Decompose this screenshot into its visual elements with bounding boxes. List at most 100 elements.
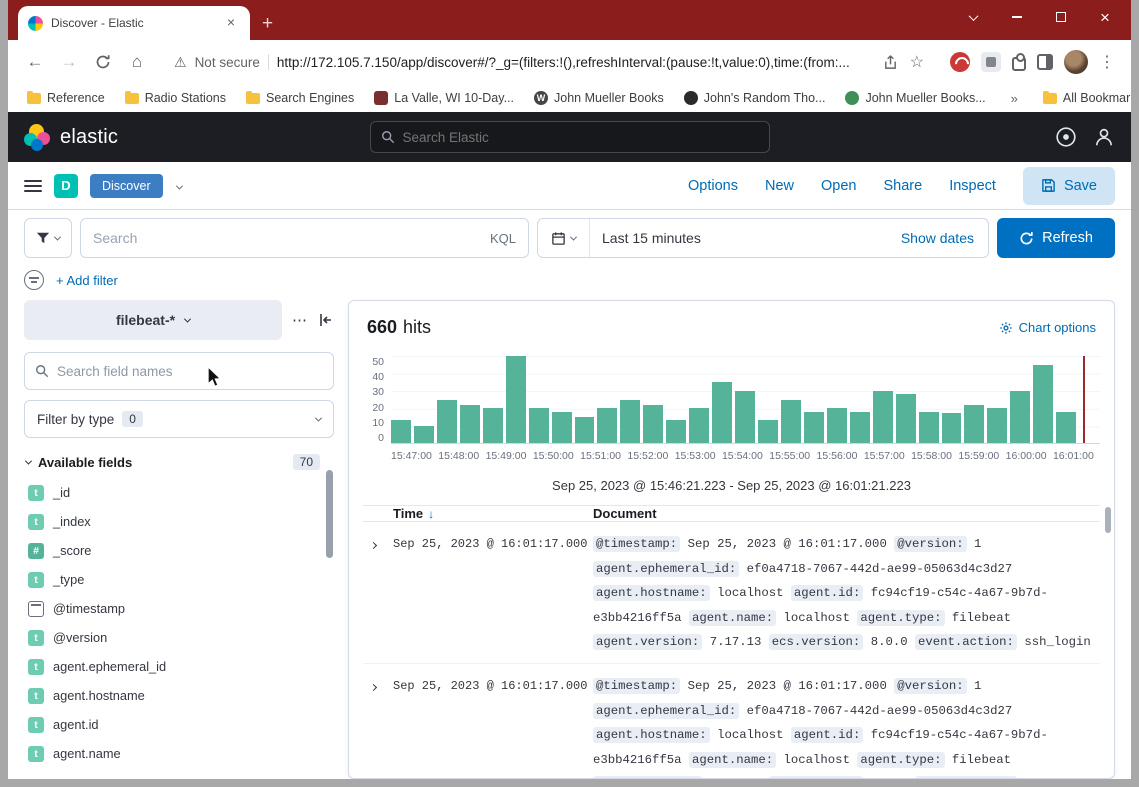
histogram-bar[interactable]: [873, 391, 893, 443]
time-column-header[interactable]: Time: [393, 506, 423, 521]
field-item[interactable]: t_id: [24, 478, 334, 507]
query-language-button[interactable]: KQL: [490, 231, 516, 246]
elastic-search-input[interactable]: [403, 130, 759, 145]
histogram-bar[interactable]: [529, 408, 549, 443]
histogram-bar[interactable]: [758, 420, 778, 443]
all-bookmarks-button[interactable]: All Bookmarks: [1036, 88, 1131, 108]
histogram-bar[interactable]: [620, 400, 640, 444]
sort-desc-icon[interactable]: ↓: [428, 507, 434, 521]
share-icon[interactable]: [883, 55, 898, 70]
url-text[interactable]: http://172.105.7.150/app/discover#/?_g=(…: [277, 55, 875, 70]
field-item[interactable]: t_index: [24, 507, 334, 536]
bookmark-item[interactable]: John's Random Tho...: [677, 88, 833, 108]
filter-options-icon[interactable]: [24, 270, 44, 290]
bookmark-item[interactable]: La Valle, WI 10-Day...: [367, 88, 521, 108]
histogram-bar[interactable]: [827, 408, 847, 443]
extension-icon-gray[interactable]: [981, 52, 1001, 72]
field-item[interactable]: tagent.ephemeral_id: [24, 652, 334, 681]
chart-options-button[interactable]: Chart options: [999, 320, 1096, 335]
browser-menu-icon[interactable]: ⋮: [1099, 52, 1115, 72]
add-filter-button[interactable]: + Add filter: [56, 273, 118, 288]
tab-search-button[interactable]: [951, 2, 995, 32]
nav-link-inspect[interactable]: Inspect: [949, 178, 996, 194]
collapse-sidebar-button[interactable]: [318, 312, 334, 328]
time-range-value[interactable]: Last 15 minutes: [590, 230, 713, 246]
main-menu-button[interactable]: [24, 180, 42, 192]
histogram-bar[interactable]: [552, 412, 572, 443]
maximize-button[interactable]: [1039, 2, 1083, 32]
histogram-bar[interactable]: [1056, 412, 1076, 443]
field-search-input[interactable]: [57, 364, 323, 379]
bookmarks-overflow-button[interactable]: »: [1005, 91, 1024, 106]
app-menu-chevron-button[interactable]: [177, 177, 182, 195]
show-dates-button[interactable]: Show dates: [901, 230, 988, 246]
field-item[interactable]: #_score: [24, 536, 334, 565]
field-item[interactable]: tagent.id: [24, 710, 334, 739]
histogram-bar[interactable]: [712, 382, 732, 443]
bookmark-item[interactable]: Search Engines: [239, 88, 361, 108]
space-badge[interactable]: D: [54, 174, 78, 198]
elastic-search-box[interactable]: [370, 121, 770, 153]
histogram-bar[interactable]: [391, 420, 411, 443]
histogram-bar[interactable]: [483, 408, 503, 443]
extension-icon-red[interactable]: [950, 52, 970, 72]
index-pattern-select[interactable]: filebeat-*: [24, 300, 282, 340]
histogram-bar[interactable]: [850, 412, 870, 443]
refresh-button[interactable]: Refresh: [997, 218, 1115, 258]
histogram-bar[interactable]: [597, 408, 617, 443]
reload-button[interactable]: [88, 47, 118, 77]
scrollbar-thumb[interactable]: [1105, 507, 1111, 533]
histogram-plot[interactable]: [391, 356, 1100, 444]
histogram-bar[interactable]: [643, 405, 663, 443]
histogram-bar[interactable]: [689, 408, 709, 443]
cloud-deployment-icon[interactable]: [1055, 126, 1077, 148]
histogram-bar[interactable]: [987, 408, 1007, 443]
histogram-bar[interactable]: [437, 400, 457, 444]
bookmark-item[interactable]: Radio Stations: [118, 88, 233, 108]
save-button[interactable]: Save: [1023, 167, 1115, 205]
histogram-bar[interactable]: [964, 405, 984, 443]
new-tab-button[interactable]: +: [262, 14, 273, 33]
histogram-bar[interactable]: [896, 394, 916, 443]
field-item[interactable]: @timestamp: [24, 594, 334, 623]
bookmark-item[interactable]: John Mueller Books...: [838, 88, 992, 108]
elastic-logo[interactable]: elastic: [24, 124, 118, 151]
filter-by-type-select[interactable]: Filter by type 0: [24, 400, 334, 438]
histogram-bar[interactable]: [575, 417, 595, 443]
nav-link-open[interactable]: Open: [821, 178, 856, 194]
saved-query-menu-button[interactable]: [24, 218, 72, 258]
histogram-bar[interactable]: [735, 391, 755, 443]
histogram-bar[interactable]: [666, 420, 686, 443]
query-input-wrap[interactable]: KQL: [80, 218, 529, 258]
side-panel-icon[interactable]: [1037, 54, 1053, 70]
field-item[interactable]: t_type: [24, 565, 334, 594]
histogram-bar[interactable]: [781, 400, 801, 444]
expand-row-button[interactable]: [363, 674, 393, 779]
histogram-bar[interactable]: [506, 356, 526, 443]
field-item[interactable]: t@version: [24, 623, 334, 652]
available-fields-header[interactable]: Available fields 70: [24, 454, 334, 470]
nav-link-share[interactable]: Share: [883, 178, 922, 194]
browser-tab[interactable]: Discover - Elastic ×: [18, 6, 250, 40]
nav-link-options[interactable]: Options: [688, 178, 738, 194]
index-options-button[interactable]: ⋯: [292, 311, 308, 329]
document-column-header[interactable]: Document: [593, 506, 1100, 521]
forward-button[interactable]: →: [54, 47, 84, 77]
bookmark-item[interactable]: WJohn Mueller Books: [527, 88, 671, 108]
bookmark-item[interactable]: Reference: [20, 88, 112, 108]
histogram-bar[interactable]: [414, 426, 434, 443]
query-search-input[interactable]: [93, 230, 482, 246]
address-bar[interactable]: ⚠ Not secure http://172.105.7.150/app/di…: [162, 46, 936, 78]
histogram-bar[interactable]: [804, 412, 824, 443]
scrollbar-thumb[interactable]: [326, 470, 333, 558]
histogram-bar[interactable]: [1033, 365, 1053, 443]
field-item[interactable]: tagent.name: [24, 739, 334, 768]
date-quick-select-button[interactable]: [538, 219, 590, 257]
bookmark-star-icon[interactable]: ☆: [910, 52, 924, 72]
back-button[interactable]: ←: [20, 47, 50, 77]
field-item[interactable]: tagent.hostname: [24, 681, 334, 710]
minimize-button[interactable]: [995, 2, 1039, 32]
histogram-bar[interactable]: [919, 412, 939, 443]
close-window-button[interactable]: ×: [1083, 2, 1127, 32]
profile-avatar[interactable]: [1064, 50, 1088, 74]
